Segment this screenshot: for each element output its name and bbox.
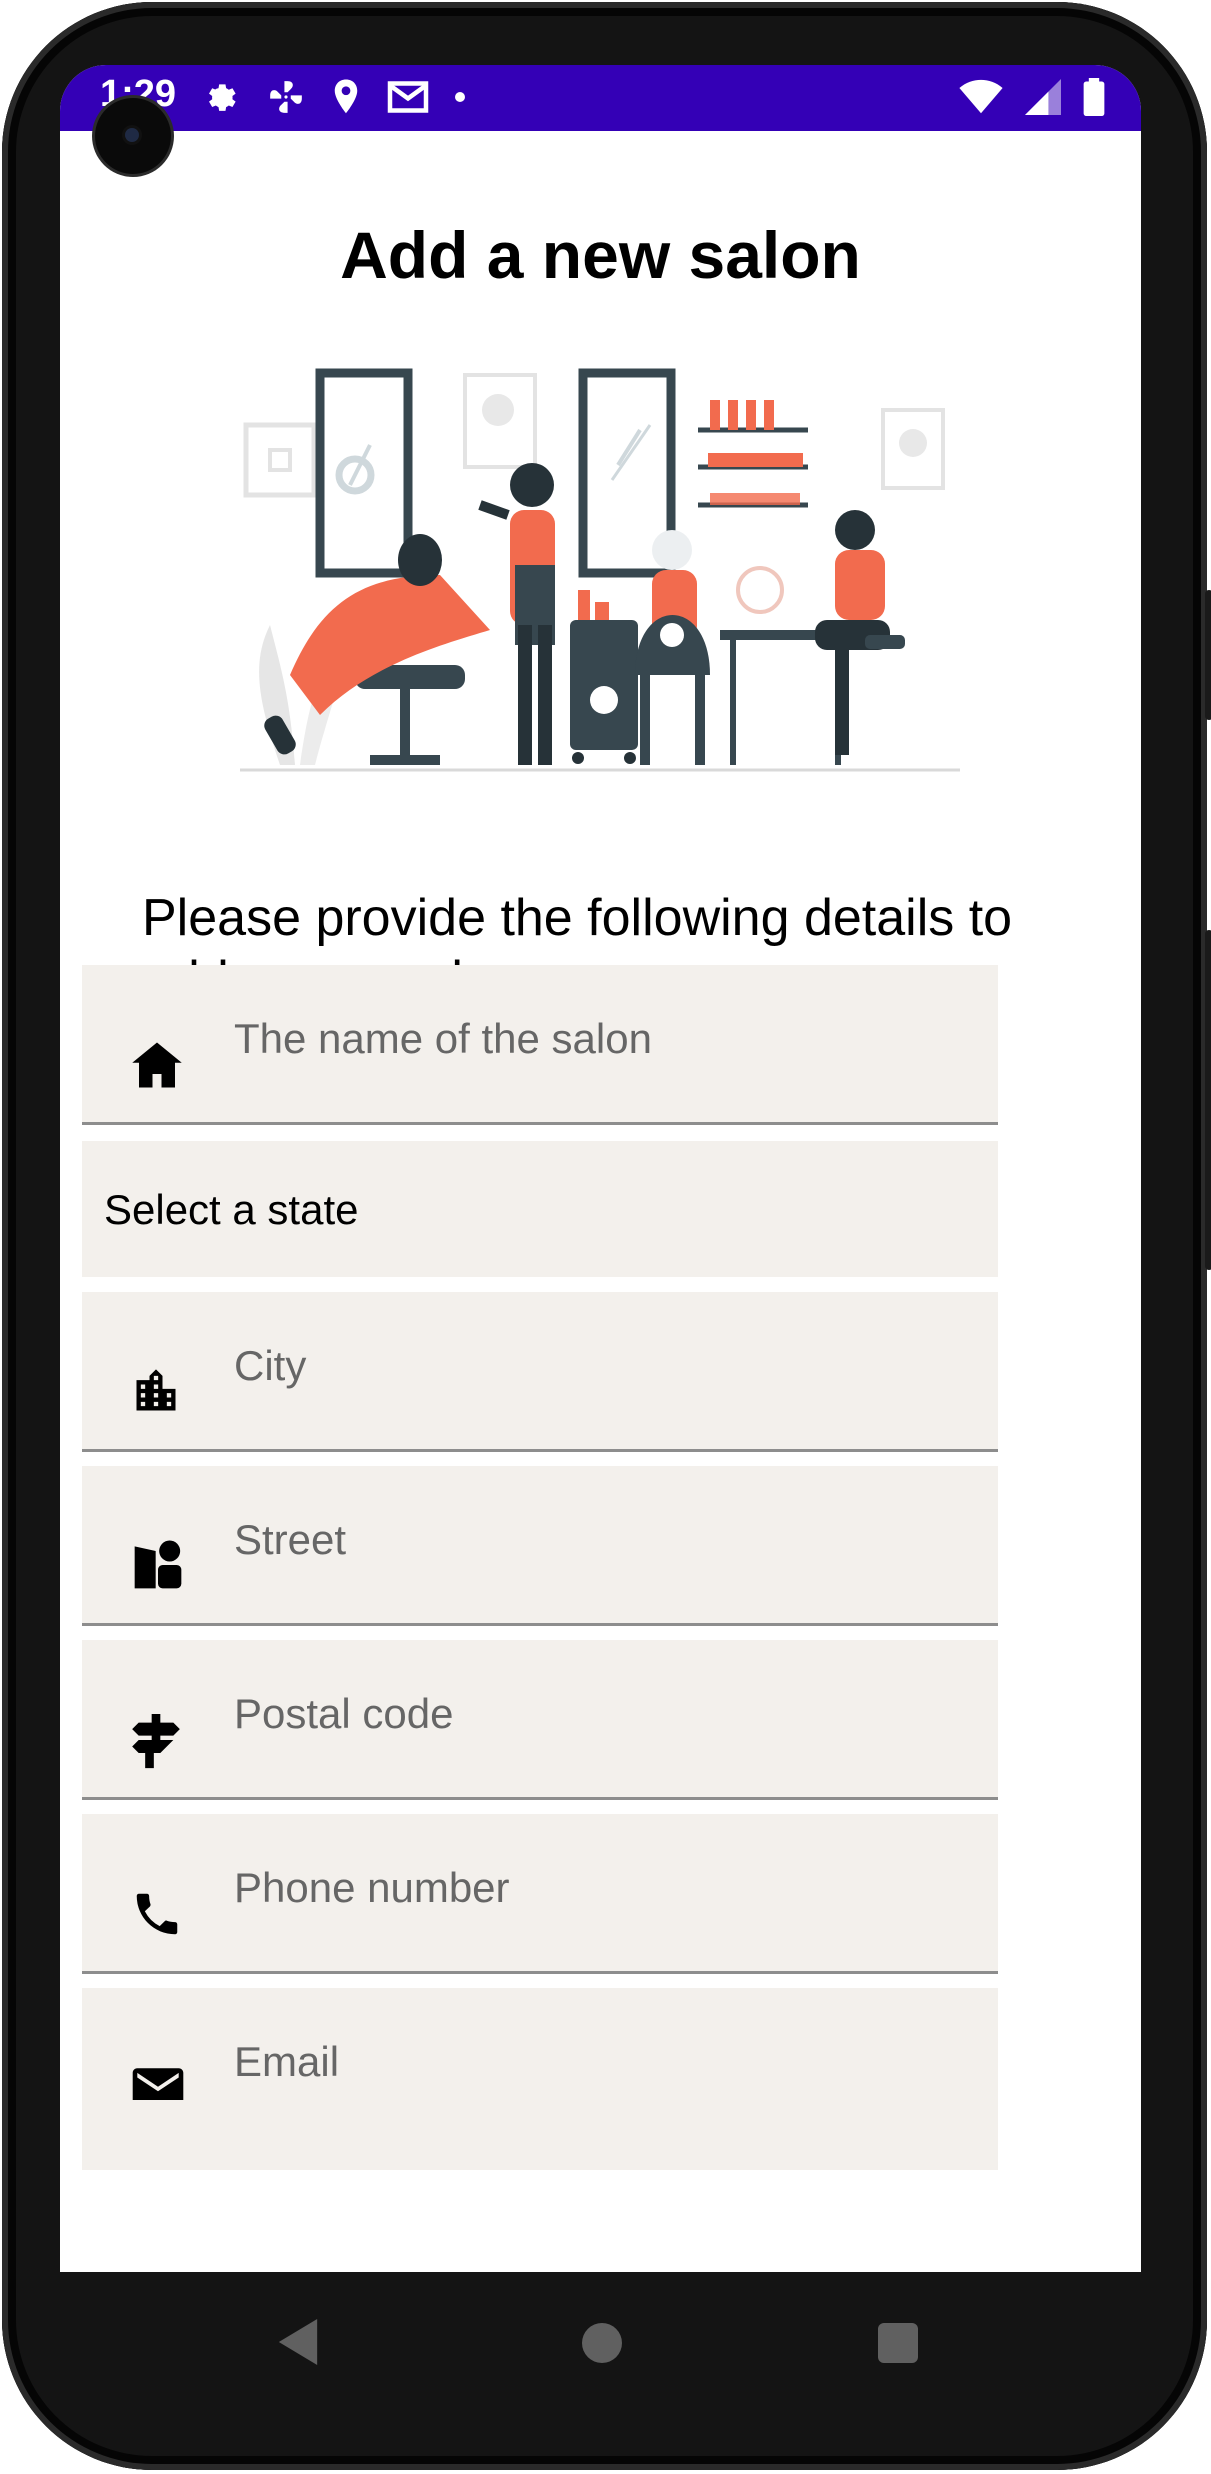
phone-number-field[interactable]: Phone number [82,1814,998,1974]
power-button [1205,930,1211,1270]
home-icon [132,1042,182,1088]
city-placeholder: City [234,1342,307,1389]
email-placeholder: Email [234,2038,340,2085]
postal-code-field[interactable]: Postal code [82,1640,998,1800]
battery-icon [1083,78,1105,116]
wifi-icon [959,79,1003,114]
signal-icon [1025,79,1061,115]
street-field[interactable]: Street [82,1466,998,1626]
phone-icon [136,1893,178,1935]
next-field-partial[interactable] [82,2100,998,2170]
home-button-icon[interactable] [582,2323,622,2363]
volume-button [1205,590,1211,720]
back-icon[interactable] [278,2319,318,2365]
gmail-icon [387,81,429,113]
fan-icon [270,81,302,113]
street-icon [134,1540,182,1589]
postal-code-placeholder: Postal code [234,1690,454,1737]
recent-apps-icon[interactable] [878,2323,918,2363]
status-bar: 1:29 [60,65,1141,131]
front-camera [95,98,171,174]
state-select[interactable]: Select a state [82,1141,998,1277]
dot-icon [455,92,465,102]
page-title: Add a new salon [340,218,861,292]
location-icon [334,79,358,114]
phone-number-placeholder: Phone number [234,1864,510,1911]
salon-name-field[interactable]: The name of the salon [82,965,998,1125]
salon-illustration [240,368,960,772]
street-placeholder: Street [234,1516,347,1563]
city-icon [136,1369,176,1411]
navigation-bar [60,2272,1141,2432]
settings-icon [209,84,236,111]
signpost-icon [132,1714,180,1769]
salon-name-placeholder: The name of the salon [234,1015,652,1062]
state-select-label: Select a state [104,1186,359,1233]
city-field[interactable]: City [82,1292,998,1452]
